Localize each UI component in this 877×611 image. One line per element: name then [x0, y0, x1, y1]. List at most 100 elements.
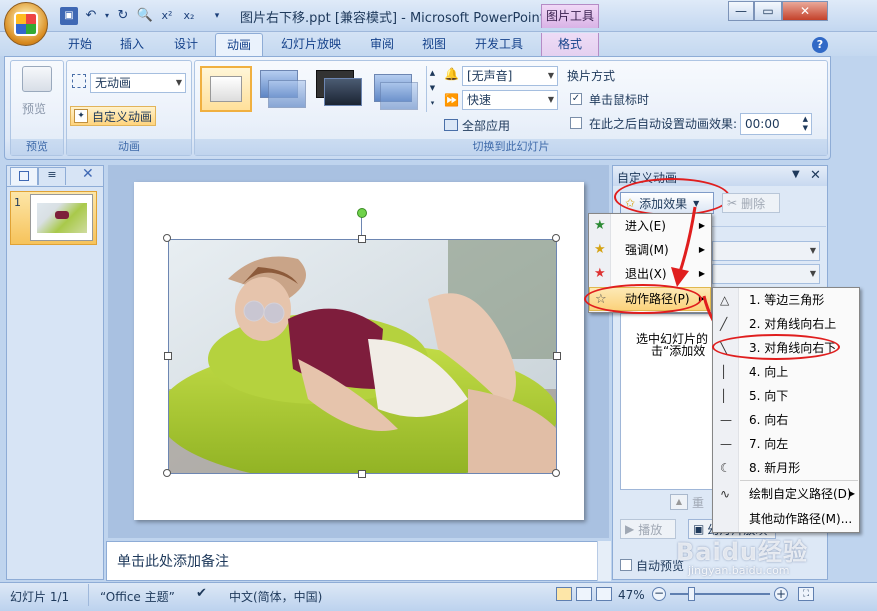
office-button[interactable] [4, 2, 48, 46]
custom-animation-button[interactable]: ✦ 自定义动画 [70, 106, 156, 126]
minimize-button[interactable]: — [728, 1, 754, 21]
help-icon[interactable]: ? [812, 37, 828, 53]
tab-review[interactable]: 审阅 [362, 33, 402, 56]
close-panel-icon[interactable]: ✕ [82, 166, 94, 182]
menu-item-exit-label: 退出(X) [625, 267, 667, 281]
spellcheck-icon[interactable]: ✔ [196, 586, 207, 601]
reorder-up-icon[interactable]: ▲ [670, 494, 688, 510]
auto-after-checkbox[interactable] [570, 117, 582, 129]
tab-format[interactable]: 格式 [541, 33, 599, 56]
pane-close-icon[interactable]: ✕ [810, 168, 821, 183]
tab-insert[interactable]: 插入 [112, 33, 152, 56]
path-menu-item-6[interactable]: — 6. 向右 [713, 408, 859, 432]
speed-dropdown[interactable]: 快速 ▼ [462, 90, 558, 110]
tab-slideshow[interactable]: 幻灯片放映 [275, 33, 347, 56]
path-menu-item-label: 6. 向右 [749, 413, 789, 427]
close-button[interactable]: ✕ [782, 1, 828, 21]
path-menu-item-label: 2. 对角线向右上 [749, 317, 837, 331]
status-divider [88, 584, 89, 606]
group-preview-label: 预览 [11, 139, 63, 155]
scroll-down-icon[interactable]: ▼ [427, 81, 438, 96]
gallery-more-icon[interactable]: ▾ [427, 96, 438, 111]
resize-handle-left[interactable] [164, 352, 172, 360]
line-right-icon: — [720, 413, 732, 427]
gallery-scroll[interactable]: ▲ ▼ ▾ [426, 66, 438, 112]
zoom-level[interactable]: 47% [618, 588, 645, 602]
line-left-icon: — [720, 437, 732, 451]
slide-thumbnail[interactable] [30, 194, 93, 241]
tab-view[interactable]: 视图 [414, 33, 454, 56]
effect-property-dropdown[interactable]: ▼ [712, 264, 820, 284]
slideshow-view-icon[interactable] [596, 587, 612, 601]
path-menu-item-label: 1. 等边三角形 [749, 293, 825, 307]
slides-tab[interactable] [10, 167, 38, 185]
zoom-out-icon[interactable]: − [652, 587, 666, 601]
normal-view-icon[interactable] [556, 587, 572, 601]
preview-button[interactable]: 预览 [22, 100, 46, 117]
transition-black-thumb[interactable] [314, 66, 366, 112]
watermark-brand: Baidu经验 [676, 538, 808, 566]
auto-preview-checkbox[interactable] [620, 559, 632, 571]
on-click-checkbox[interactable]: ✓ [570, 93, 582, 105]
maximize-button[interactable]: ▭ [754, 1, 782, 21]
resize-handle-bottom[interactable] [358, 470, 366, 478]
panel-divider [6, 186, 104, 187]
print-preview-icon[interactable]: 🔍 [136, 7, 154, 25]
path-menu-item-5[interactable]: │ 5. 向下 [713, 384, 859, 408]
tab-animation[interactable]: 动画 [215, 33, 263, 56]
advance-slide-title: 换片方式 [567, 69, 616, 83]
superscript-icon[interactable]: x² [158, 7, 176, 25]
apply-all-button[interactable]: 全部应用 [444, 116, 510, 134]
redo-icon[interactable]: ↻ [114, 7, 132, 25]
resize-handle-top[interactable] [358, 235, 366, 243]
customize-toolbar-icon[interactable]: ▾ [208, 7, 226, 25]
spinner-arrows-icon[interactable]: ▲ ▼ [803, 115, 808, 133]
zoom-slider-track[interactable] [670, 593, 770, 595]
auto-time-spinner[interactable]: 00:00 ▲ ▼ [740, 113, 812, 135]
scroll-up-icon[interactable]: ▲ [427, 66, 438, 81]
path-menu-item-9[interactable]: ∿ 绘制自定义路径(D) ▶ [713, 482, 859, 506]
rotate-handle[interactable] [357, 208, 367, 218]
reorder-label: 重 [692, 496, 705, 510]
path-menu-item-10[interactable]: 其他动作路径(M)... [713, 507, 859, 531]
transition-none-thumb[interactable] [200, 66, 252, 112]
slide-photo[interactable] [168, 239, 557, 474]
save-icon[interactable]: ▣ [60, 7, 78, 25]
path-menu-item-label: 绘制自定义路径(D) [749, 487, 852, 501]
zoom-in-icon[interactable]: + [774, 587, 788, 601]
resize-handle-bl[interactable] [163, 469, 171, 477]
path-menu-item-label: 4. 向上 [749, 365, 789, 379]
tab-developer[interactable]: 开发工具 [468, 33, 530, 56]
tab-home[interactable]: 开始 [60, 33, 100, 56]
notes-area[interactable]: 单击此处添加备注 [106, 541, 611, 581]
remove-button[interactable]: ✂ 删除 [722, 193, 780, 213]
transition-cut-thumb[interactable] [370, 66, 422, 112]
effect-start-dropdown[interactable]: ▼ [712, 241, 820, 261]
subscript-icon[interactable]: x₂ [180, 7, 198, 25]
path-menu-item-4[interactable]: │ 4. 向上 [713, 360, 859, 384]
notes-scrollbar[interactable] [597, 541, 611, 581]
apply-all-icon [444, 119, 458, 131]
path-menu-item-2[interactable]: ╱ 2. 对角线向右上 [713, 312, 859, 336]
zoom-slider-thumb[interactable] [688, 587, 695, 601]
resize-handle-br[interactable] [552, 469, 560, 477]
outline-tab[interactable]: ≡ [38, 167, 66, 185]
slide-sorter-icon[interactable] [576, 587, 592, 601]
resize-handle-tl[interactable] [163, 234, 171, 242]
sound-dropdown[interactable]: [无声音] ▼ [462, 66, 558, 86]
path-menu-item-7[interactable]: — 7. 向左 [713, 432, 859, 456]
path-menu-item-1[interactable]: △ 1. 等边三角形 [713, 288, 859, 312]
animation-dropdown[interactable]: 无动画 ▼ [90, 73, 186, 93]
remove-icon: ✂ [727, 196, 738, 210]
pane-menu-icon[interactable]: ▼ [792, 169, 800, 180]
photo-illustration [168, 239, 557, 474]
resize-handle-tr[interactable] [552, 234, 560, 242]
transition-fade-thumb[interactable] [258, 66, 310, 112]
entrance-star-icon: ★ [594, 218, 606, 233]
fit-window-icon[interactable]: ⛶ [798, 587, 814, 601]
resize-handle-right[interactable] [553, 352, 561, 360]
tab-design[interactable]: 设计 [166, 33, 206, 56]
play-button[interactable]: ▶ 播放 [620, 519, 676, 539]
path-menu-item-8[interactable]: ☾ 8. 新月形 [713, 456, 859, 480]
custom-animation-label: 自定义动画 [92, 109, 153, 124]
